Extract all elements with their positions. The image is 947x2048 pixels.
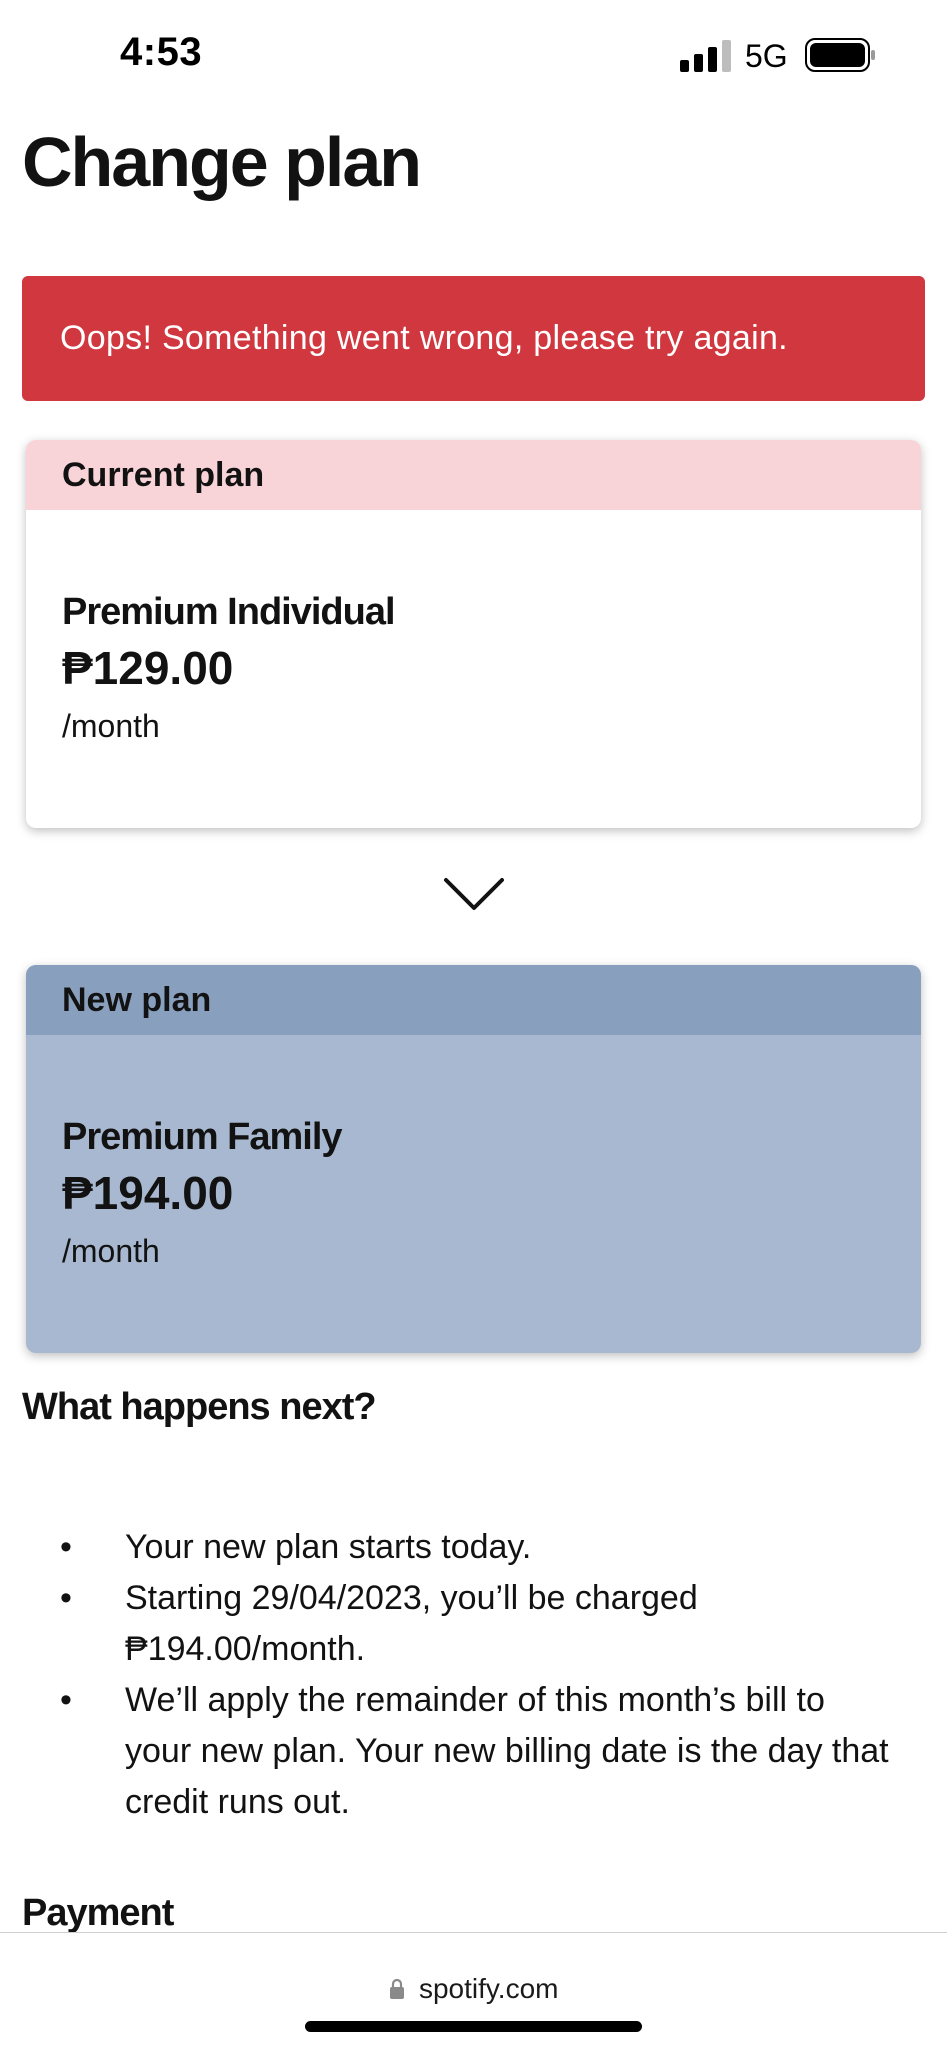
what-happens-next-heading: What happens next? (22, 1386, 377, 1428)
list-item: • We’ll apply the remainder of this mont… (0, 1675, 947, 1828)
bullet: • (60, 1579, 72, 1617)
signal-bars-icon (680, 40, 731, 72)
current-plan-price: ₱129.00 (62, 642, 234, 694)
chevron-down-icon (444, 878, 504, 910)
page-title: Change plan (22, 123, 422, 201)
list-item-text: Starting 29/04/2023, you’ll be charged ₱… (125, 1579, 698, 1668)
network-label: 5G (745, 38, 788, 74)
new-plan-card: New plan Premium Family ₱194.00 /month (26, 965, 921, 1353)
new-plan-price: ₱194.00 (62, 1167, 234, 1219)
screen: 4:53 5G Change plan Oops! Something went… (0, 0, 947, 2048)
new-plan-period: /month (62, 1233, 160, 1269)
bullet: • (60, 1681, 72, 1719)
error-banner: Oops! Something went wrong, please try a… (22, 276, 925, 401)
current-plan-card: Current plan Premium Individual ₱129.00 … (26, 440, 921, 828)
home-indicator[interactable] (305, 2021, 642, 2032)
bullet: • (60, 1528, 72, 1566)
new-plan-header: New plan (26, 965, 921, 1035)
current-plan-period: /month (62, 708, 160, 744)
payment-heading: Payment (22, 1892, 174, 1934)
status-bar: 4:53 5G (0, 0, 947, 110)
new-plan-body: Premium Family ₱194.00 /month (26, 1035, 921, 1276)
status-time: 4:53 (120, 30, 203, 74)
list-item: • Your new plan starts today. (0, 1522, 947, 1573)
list-item-text: We’ll apply the remainder of this month’… (125, 1681, 889, 1821)
url-display[interactable]: spotify.com (0, 1973, 947, 2005)
list-item-text: Your new plan starts today. (125, 1528, 532, 1566)
error-message: Oops! Something went wrong, please try a… (60, 319, 788, 357)
url-text: spotify.com (418, 1973, 559, 2004)
list-item: • Starting 29/04/2023, you’ll be charged… (0, 1573, 947, 1675)
current-plan-body: Premium Individual ₱129.00 /month (26, 510, 921, 751)
next-steps-list: • Your new plan starts today. • Starting… (0, 1522, 947, 1828)
lock-icon (389, 1978, 404, 1999)
new-plan-name: Premium Family (62, 1116, 343, 1158)
current-plan-header: Current plan (26, 440, 921, 510)
current-plan-name: Premium Individual (62, 591, 396, 633)
battery-icon (805, 38, 875, 72)
